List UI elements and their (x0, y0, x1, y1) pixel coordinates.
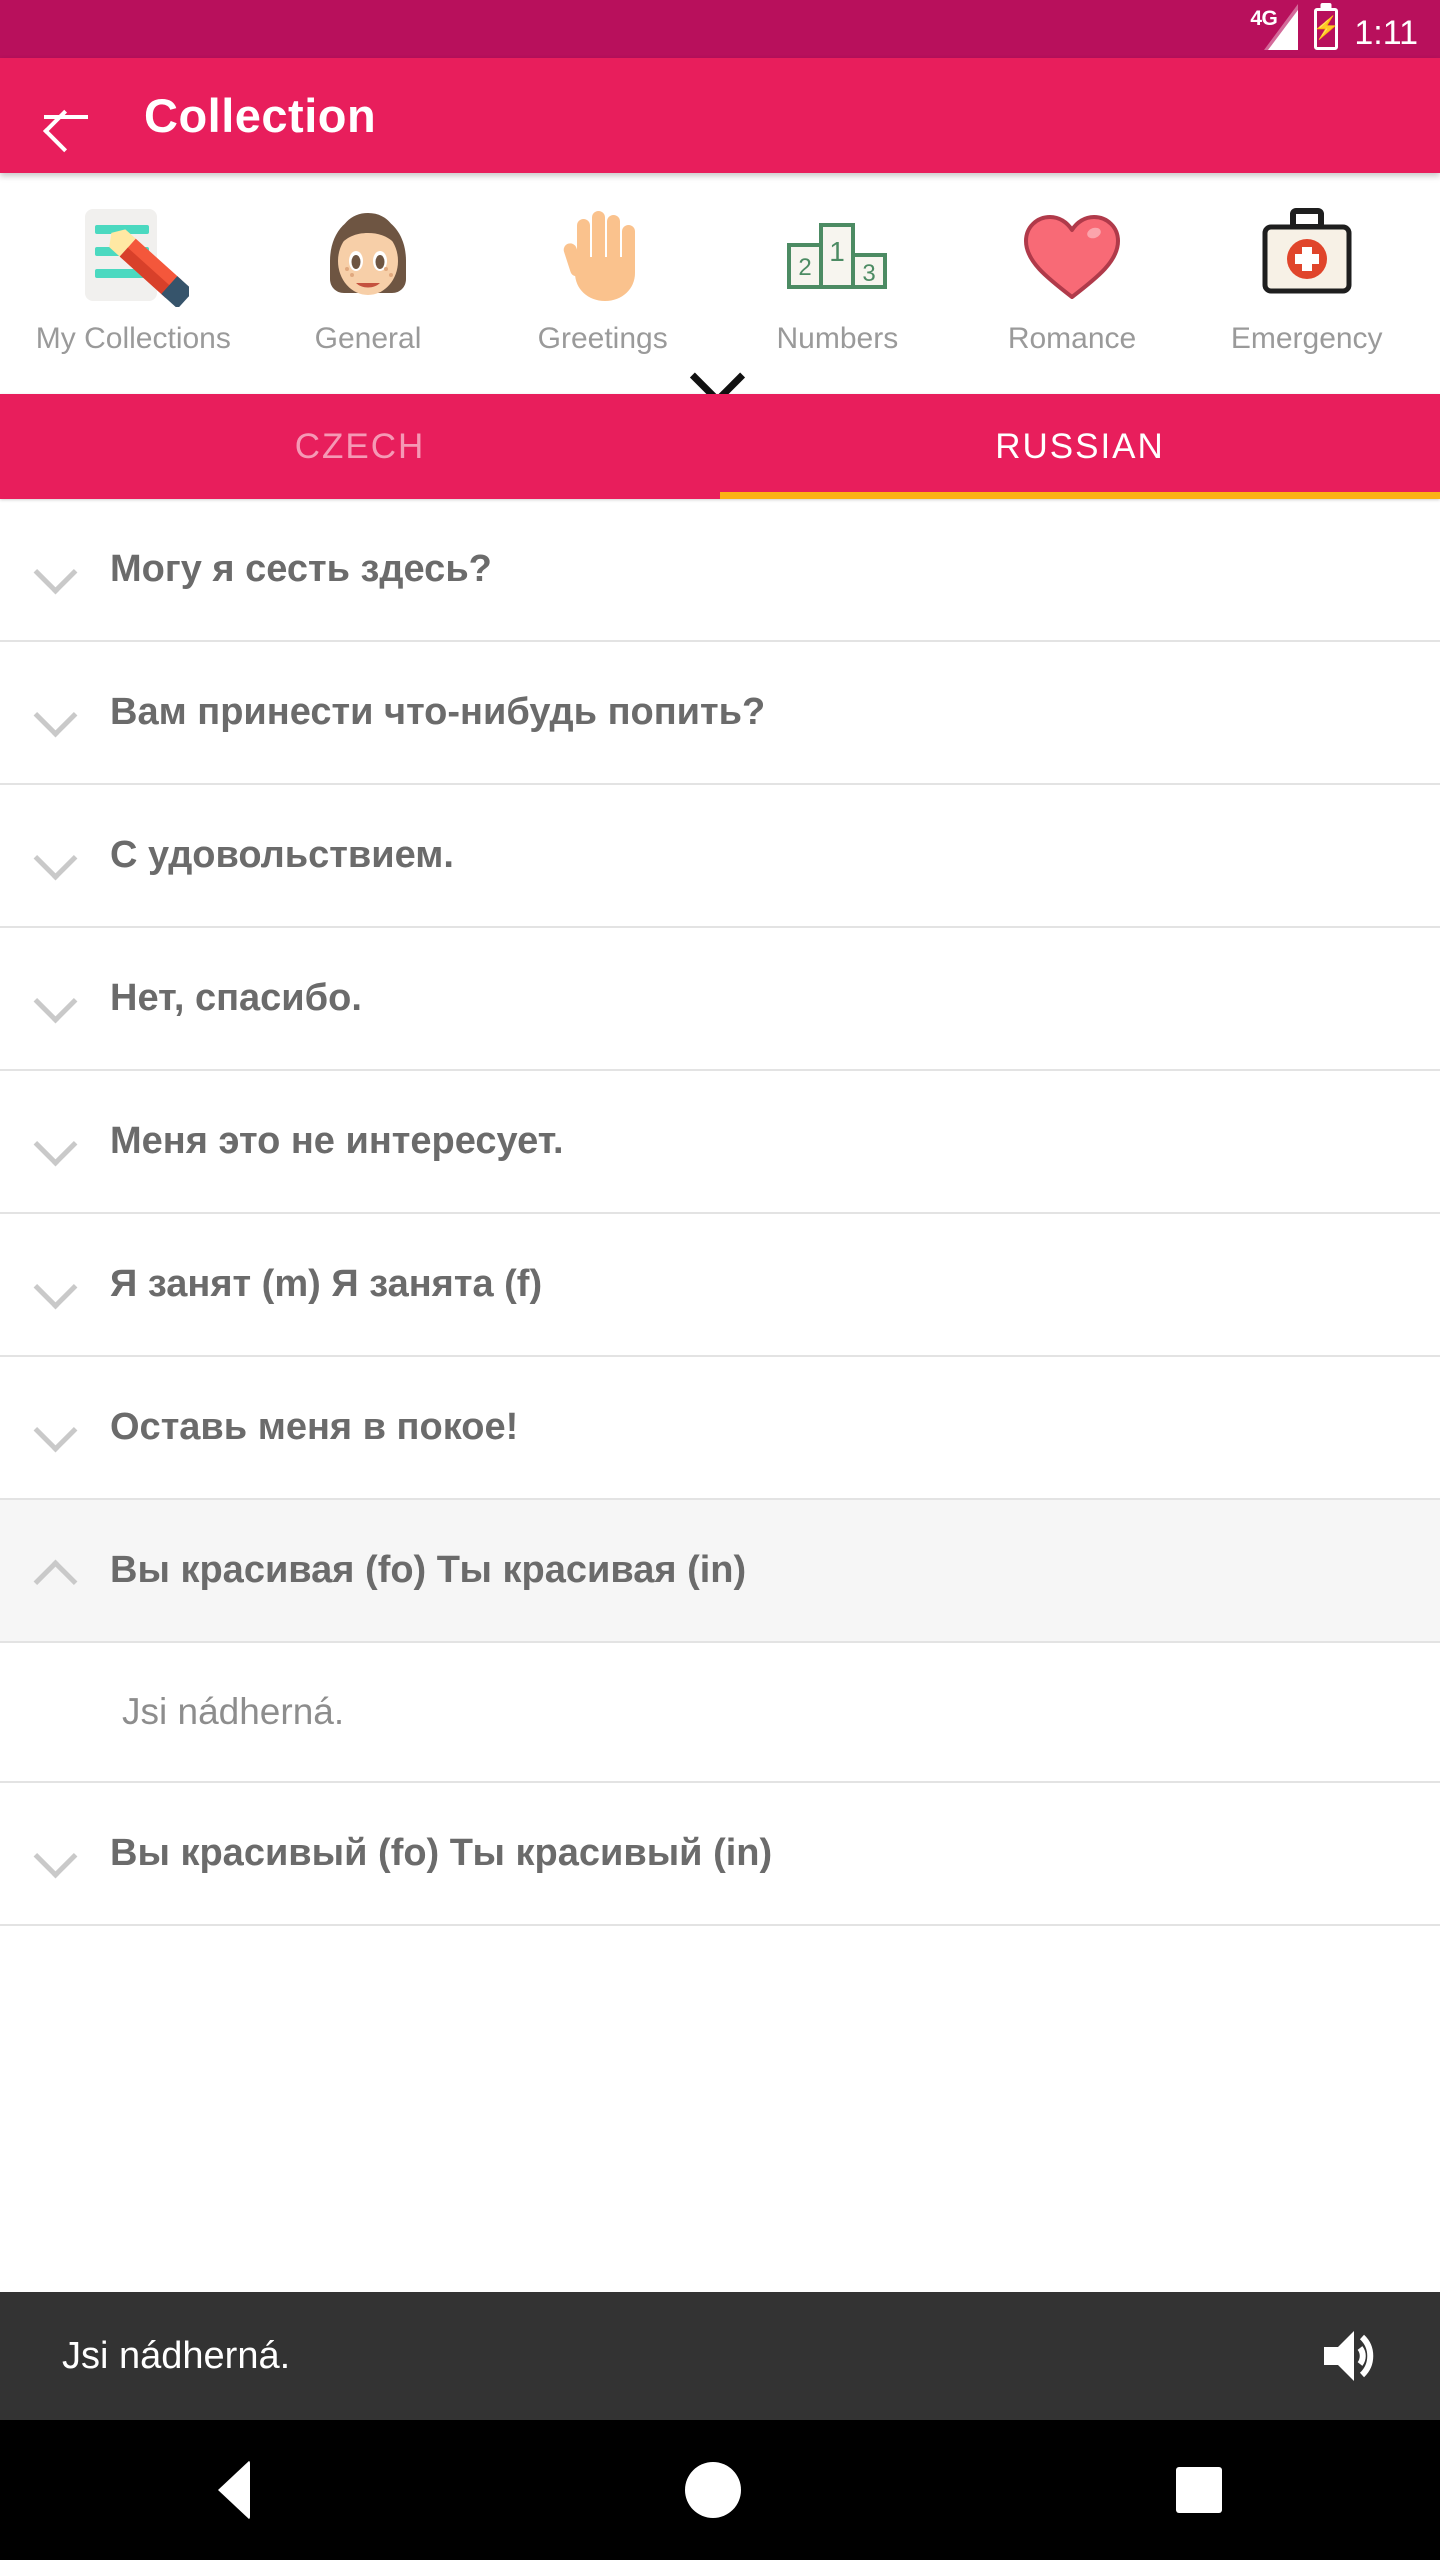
nav-back-icon[interactable] (217, 2460, 250, 2520)
chevron-down-icon[interactable] (26, 539, 88, 601)
svg-text:2: 2 (799, 254, 812, 281)
chevron-down-icon[interactable] (26, 1254, 88, 1316)
svg-text:3: 3 (863, 260, 876, 287)
phrase-text: Могу я сесть здесь? (110, 548, 492, 591)
phrase-row[interactable]: Могу я сесть здесь? (0, 499, 1440, 643)
clock-label: 1:11 (1354, 14, 1418, 52)
svg-text:1: 1 (830, 236, 846, 267)
phrase-row[interactable]: Нет, спасибо. (0, 928, 1440, 1072)
android-nav-bar (0, 2420, 1440, 2560)
page-title: Collection (144, 89, 377, 142)
phrase-text: С удовольствием. (110, 834, 454, 877)
category-label: My Collections (35, 322, 231, 355)
chevron-up-icon[interactable] (26, 1540, 88, 1602)
nav-recents-icon[interactable] (1176, 2467, 1223, 2513)
status-bar: 4G ⚡ 1:11 (0, 0, 1440, 58)
podium-123-icon: 1 2 3 (777, 201, 897, 309)
status-bar-right: 4G ⚡ 1:11 (1250, 4, 1418, 52)
signal-icon: 4G (1250, 4, 1299, 50)
raised-hand-icon (543, 201, 663, 309)
player-phrase-text: Jsi nádherná. (62, 2334, 291, 2377)
chevron-down-icon[interactable] (26, 1823, 88, 1885)
chevron-down-icon[interactable] (26, 1397, 88, 1459)
app-bar: Collection (0, 58, 1440, 173)
phrase-list: Могу я сесть здесь? Вам принести что-ниб… (0, 499, 1440, 1927)
expand-categories-row[interactable] (0, 356, 1440, 394)
signal-bars-fill (1268, 10, 1299, 50)
volume-up-icon[interactable] (1316, 2319, 1390, 2393)
back-arrow-icon[interactable] (38, 88, 94, 144)
tab-czech[interactable]: CZECH (0, 394, 720, 499)
category-romance[interactable]: Romance (955, 201, 1190, 356)
phrase-row[interactable]: Я занят (m) Я занята (f) (0, 1214, 1440, 1358)
category-label: Romance (1007, 322, 1137, 355)
phrase-text: Вам принести что-нибудь попить? (110, 691, 766, 734)
translation-text: Jsi nádherná. (122, 1691, 345, 1733)
chevron-down-icon[interactable] (26, 682, 88, 744)
phrase-row[interactable]: С удовольствием. (0, 785, 1440, 929)
nav-home-icon[interactable] (684, 2462, 741, 2518)
girl-face-icon (308, 201, 428, 309)
phrase-text: Меня это не интересует. (110, 1120, 564, 1163)
language-tabs: CZECH RUSSIAN (0, 394, 1440, 500)
category-row: My Collections General Greetings 1 2 3 N… (0, 201, 1440, 356)
heart-icon (1012, 201, 1132, 309)
phrase-text: Я занят (m) Я занята (f) (110, 1263, 543, 1306)
chevron-down-icon[interactable] (26, 968, 88, 1030)
category-label: Numbers (776, 322, 899, 355)
tab-active-indicator (720, 492, 1440, 500)
app-screen: 4G ⚡ 1:11 Collection My Collections Gene… (0, 0, 1440, 2560)
category-label: Greetings (537, 322, 668, 355)
category-emergency[interactable]: Emergency (1189, 201, 1424, 356)
phrase-row[interactable]: Вы красивый (fo) Ты красивый (in) (0, 1783, 1440, 1927)
tab-russian[interactable]: RUSSIAN (720, 394, 1440, 499)
phrase-text: Оставь меня в покое! (110, 1406, 519, 1449)
phrase-row[interactable]: Вам принести что-нибудь попить? (0, 642, 1440, 786)
chevron-down-icon[interactable] (26, 825, 88, 887)
notepad-pencil-icon (73, 201, 193, 309)
category-numbers[interactable]: 1 2 3 Numbers (720, 201, 955, 356)
battery-charging-icon: ⚡ (1312, 8, 1341, 50)
category-greetings[interactable]: Greetings (485, 201, 720, 356)
chevron-down-icon[interactable] (26, 1111, 88, 1173)
category-my-collections[interactable]: My Collections (16, 201, 251, 356)
bolt-glyph: ⚡ (1312, 15, 1341, 40)
phrase-text: Вы красивый (fo) Ты красивый (in) (110, 1832, 773, 1875)
category-label: General (314, 322, 422, 355)
audio-player-bar: Jsi nádherná. (0, 2292, 1440, 2420)
phrase-row-expanded[interactable]: Вы красивая (fo) Ты красивая (in) (0, 1500, 1440, 1644)
phrase-text: Нет, спасибо. (110, 977, 362, 1020)
category-strip: My Collections General Greetings 1 2 3 N… (0, 173, 1440, 395)
phrase-row[interactable]: Оставь меня в покое! (0, 1357, 1440, 1501)
phrase-text: Вы красивая (fo) Ты красивая (in) (110, 1549, 747, 1592)
phrase-row[interactable]: Меня это не интересует. (0, 1071, 1440, 1215)
category-general[interactable]: General (251, 201, 486, 356)
phrase-translation-row[interactable]: Jsi nádherná. (0, 1643, 1440, 1784)
category-label: Emergency (1230, 322, 1383, 355)
first-aid-kit-icon (1247, 201, 1367, 309)
